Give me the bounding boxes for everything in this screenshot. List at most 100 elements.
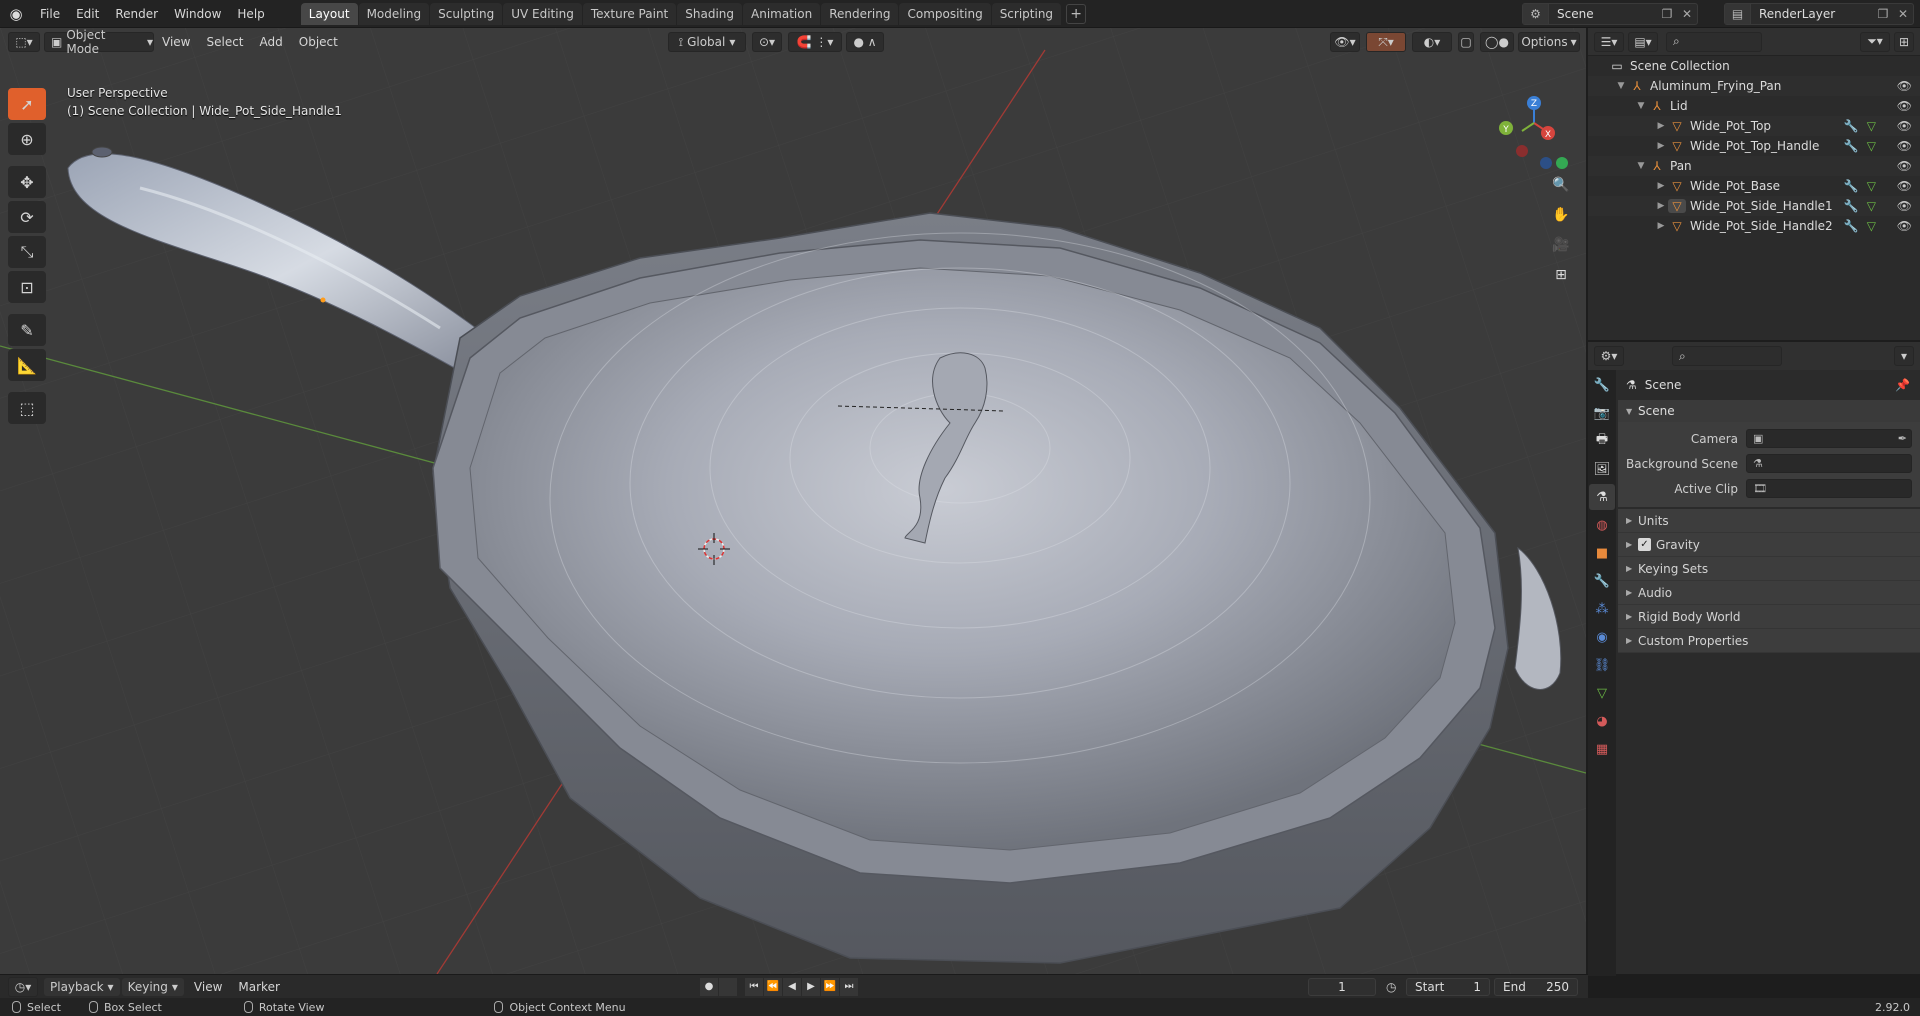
gravity-checkbox[interactable]: ✓ (1638, 538, 1651, 551)
tab-shading[interactable]: Shading (677, 2, 742, 25)
active-clip-field[interactable]: 🎞 (1746, 479, 1912, 498)
tab-texture-paint[interactable]: Texture Paint (582, 2, 677, 25)
pin-icon[interactable]: 📌 (1895, 378, 1910, 392)
jump-start-icon[interactable]: ⏮ (745, 977, 763, 996)
end-frame-field[interactable]: End 250 (1494, 977, 1578, 996)
menu-view[interactable]: View (154, 35, 198, 49)
select-box-tool-icon[interactable]: ➚ (8, 88, 46, 120)
outliner-row[interactable]: ▶ ▽ Wide_Pot_Side_Handle2 🔧 ▽ 👁 (1588, 216, 1920, 236)
copy-icon[interactable]: ❐ (1873, 7, 1893, 21)
blender-logo-icon[interactable]: ◉ (0, 0, 32, 28)
snap-icon[interactable]: 🧲 ⋮▾ (788, 32, 842, 52)
chevron-right-icon[interactable]: ▶ (1654, 121, 1668, 131)
new-collection-icon[interactable]: ⊞ (1894, 31, 1914, 52)
menu-timeline-view[interactable]: View (186, 980, 230, 994)
outliner-row[interactable]: ▭ Scene Collection (1588, 56, 1920, 76)
measure-tool-icon[interactable]: 📐 (8, 349, 46, 381)
overlay-toggle-icon[interactable]: ◐▾ (1412, 32, 1452, 52)
modifier-icon[interactable]: 🔧 (1844, 219, 1859, 233)
chevron-down-icon[interactable]: ▼ (1634, 161, 1648, 171)
outliner-row[interactable]: ▶ ▽ Wide_Pot_Base 🔧 ▽ 👁 (1588, 176, 1920, 196)
transform-tool-icon[interactable]: ⊡ (8, 271, 46, 303)
visibility-eye-icon[interactable]: 👁 (1897, 219, 1912, 233)
menu-marker[interactable]: Marker (230, 980, 287, 994)
custom-properties-panel[interactable]: ▶ Custom Properties (1618, 629, 1920, 653)
material-tab-icon[interactable]: ◕ (1589, 708, 1615, 734)
display-mode-icon[interactable]: ▤▾ (1628, 31, 1658, 52)
modifier-icon[interactable]: 🔧 (1844, 119, 1859, 133)
auto-keying-options-icon[interactable] (719, 977, 737, 996)
scene-tab-icon[interactable]: ⚗ (1589, 484, 1615, 510)
outliner-row[interactable]: ▼ ⅄ Lid 👁 (1588, 96, 1920, 116)
prev-keyframe-icon[interactable]: ⏪ (764, 977, 782, 996)
record-icon[interactable]: ● (700, 977, 718, 996)
outliner-row[interactable]: ▼ ⅄ Aluminum_Frying_Pan 👁 (1588, 76, 1920, 96)
modifier-icon[interactable]: 🔧 (1844, 199, 1859, 213)
chevron-down-icon[interactable]: ▼ (1614, 81, 1628, 91)
render-tab-icon[interactable]: 📷 (1589, 400, 1615, 426)
copy-icon[interactable]: ❐ (1657, 7, 1677, 21)
chevron-right-icon[interactable]: ▶ (1654, 221, 1668, 231)
scene-selector[interactable]: ⚙ Scene ❐ ✕ (1522, 3, 1698, 25)
menu-render[interactable]: Render (107, 3, 166, 25)
modifier-tab-icon[interactable]: 🔧 (1589, 568, 1615, 594)
rigid-body-world-panel[interactable]: ▶ Rigid Body World (1618, 605, 1920, 629)
physics-tab-icon[interactable]: ◉ (1589, 624, 1615, 650)
eyedropper-icon[interactable]: ✒ (1898, 432, 1907, 445)
annotate-tool-icon[interactable]: ✎ (8, 314, 46, 346)
gizmo-toggle-icon[interactable]: ⤧▾ (1366, 32, 1406, 52)
jump-end-icon[interactable]: ⏭ (840, 977, 858, 996)
outliner-row[interactable]: ▼ ⅄ Pan 👁 (1588, 156, 1920, 176)
editor-type-icon[interactable]: ☰▾ (1594, 31, 1624, 52)
constraints-tab-icon[interactable]: ⛓ (1589, 652, 1615, 678)
view-layer-selector[interactable]: ▤ RenderLayer ❐ ✕ (1724, 3, 1914, 25)
gravity-panel[interactable]: ▶ ✓ Gravity (1618, 533, 1920, 557)
outliner-row[interactable]: ▶ ▽ Wide_Pot_Side_Handle1 🔧 ▽ 👁 (1588, 196, 1920, 216)
mesh-data-icon[interactable]: ▽ (1867, 139, 1876, 153)
add-cube-tool-icon[interactable]: ⬚ (8, 392, 46, 424)
mesh-data-icon[interactable]: ▽ (1867, 179, 1876, 193)
camera-field[interactable]: ▣ ✒ (1746, 429, 1912, 448)
tab-compositing[interactable]: Compositing (899, 2, 991, 25)
transform-orientation-dropdown[interactable]: ⟟ Global ▾ (668, 32, 746, 52)
mode-dropdown[interactable]: ▣ Object Mode ▾ (44, 28, 154, 56)
solid-shading-icon[interactable]: ● (1498, 35, 1508, 49)
pivot-icon[interactable]: ⊙▾ (752, 32, 782, 52)
tab-animation[interactable]: Animation (743, 2, 821, 25)
shading-modes[interactable]: ◯ ● (1480, 32, 1514, 52)
cursor-tool-icon[interactable]: ⊕ (8, 123, 46, 155)
outliner-search-input[interactable]: ⌕ (1666, 31, 1762, 52)
play-icon[interactable]: ▶ (802, 977, 820, 996)
options-dropdown[interactable]: Options ▾ (1518, 32, 1580, 52)
move-tool-icon[interactable]: ✥ (8, 166, 46, 198)
ortho-grid-icon[interactable]: ⊞ (1548, 262, 1574, 288)
visibility-eye-icon[interactable]: 👁 (1897, 199, 1912, 213)
chevron-down-icon[interactable]: ▾ (1894, 346, 1914, 366)
xray-icon[interactable]: ▢ (1458, 32, 1474, 52)
mesh-data-icon[interactable]: ▽ (1867, 119, 1876, 133)
outliner-row[interactable]: ▶ ▽ Wide_Pot_Top 🔧 ▽ 👁 (1588, 116, 1920, 136)
keying-dropdown[interactable]: Keying ▾ (121, 977, 184, 996)
tab-layout[interactable]: Layout (300, 2, 358, 25)
visibility-eye-icon[interactable]: 👁 (1897, 159, 1912, 173)
modifier-icon[interactable]: 🔧 (1844, 139, 1859, 153)
visibility-eye-icon[interactable]: 👁 (1897, 79, 1912, 93)
editor-type-icon[interactable]: ⚙▾ (1594, 346, 1624, 366)
mesh-data-icon[interactable]: ▽ (1867, 199, 1876, 213)
editor-type-icon[interactable]: ◷▾ (8, 976, 38, 997)
visibility-eye-icon[interactable]: 👁 (1897, 99, 1912, 113)
menu-add[interactable]: Add (252, 35, 291, 49)
scene-panel-header[interactable]: ▼ Scene (1618, 400, 1920, 422)
world-tab-icon[interactable]: ◍ (1589, 512, 1615, 538)
visibility-icon[interactable]: 👁▾ (1330, 32, 1360, 52)
modifier-icon[interactable]: 🔧 (1844, 179, 1859, 193)
proportional-edit-icon[interactable]: ● ∧ (846, 32, 884, 52)
chevron-right-icon[interactable]: ▶ (1654, 181, 1668, 191)
tool-tab-icon[interactable]: 🔧 (1589, 372, 1615, 398)
tab-modeling[interactable]: Modeling (358, 2, 430, 25)
chevron-right-icon[interactable]: ▶ (1654, 201, 1668, 211)
mesh-data-icon[interactable]: ▽ (1867, 219, 1876, 233)
close-icon[interactable]: ✕ (1677, 7, 1697, 21)
play-reverse-icon[interactable]: ◀ (783, 977, 801, 996)
current-frame-field[interactable]: 1 (1308, 977, 1376, 996)
